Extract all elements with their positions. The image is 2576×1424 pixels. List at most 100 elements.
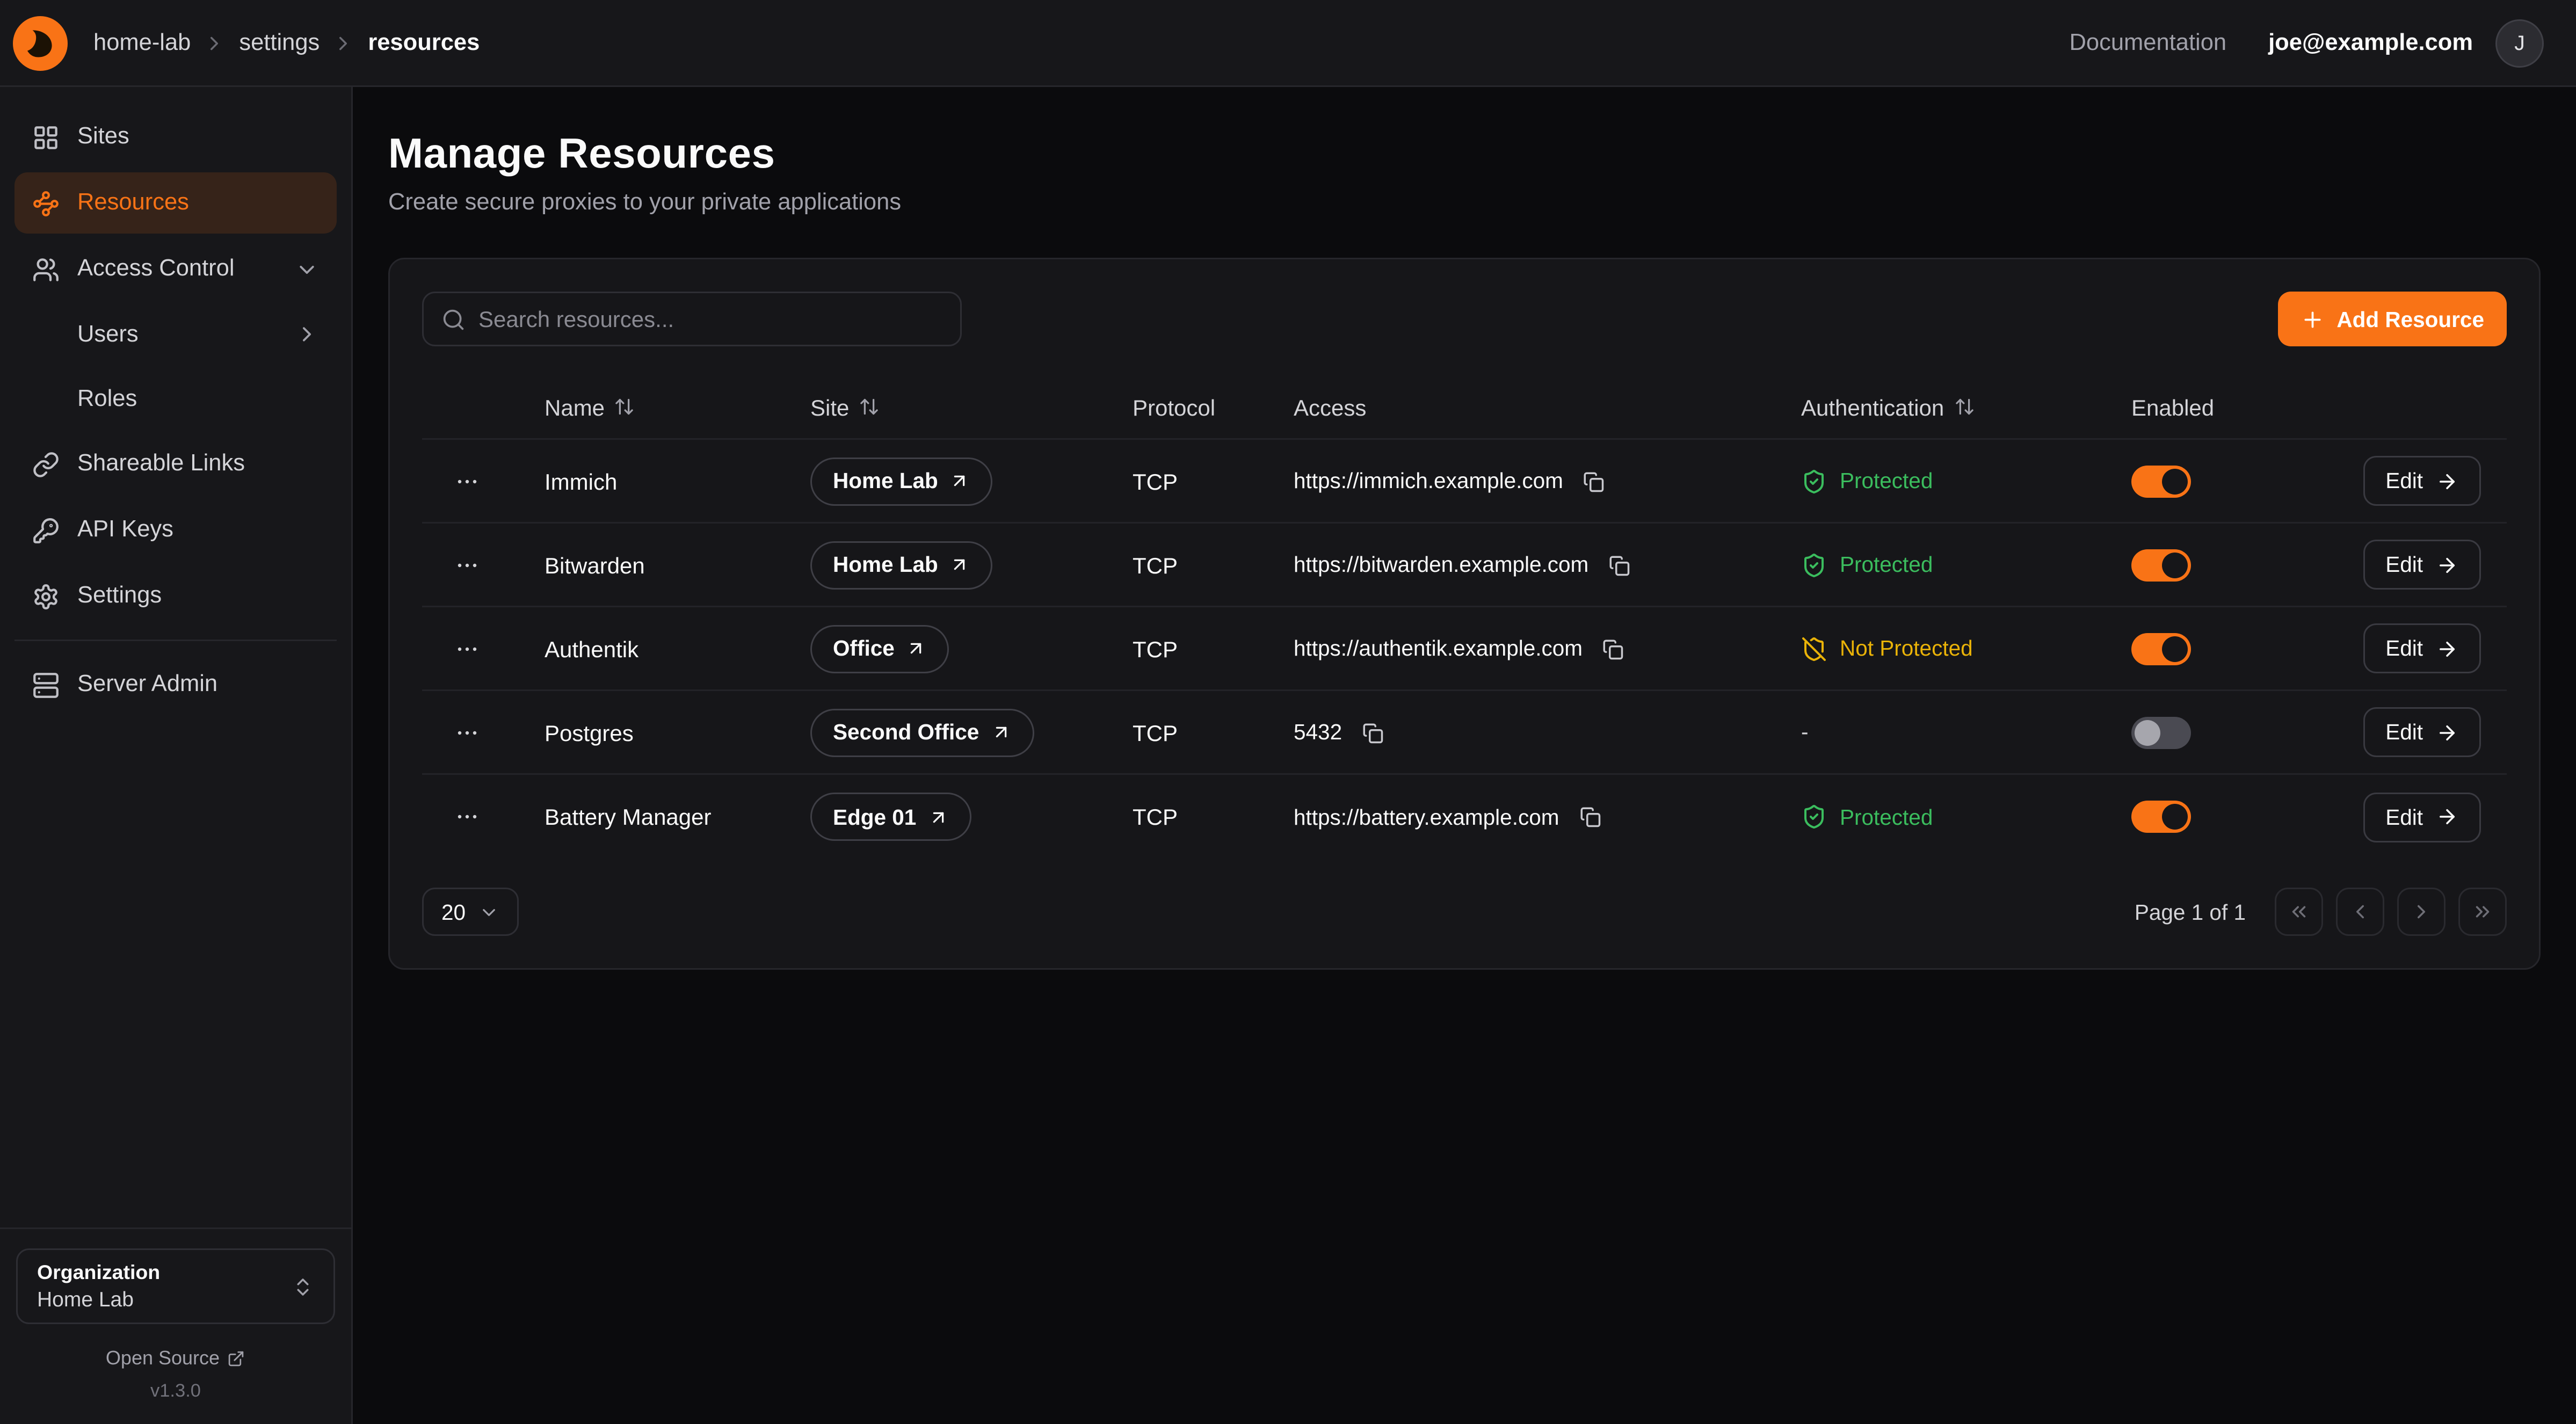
sidebar-item-settings[interactable]: Settings xyxy=(14,565,337,627)
site-name: Home Lab xyxy=(833,553,938,577)
breadcrumb-resources: resources xyxy=(368,30,480,56)
row-menu-button[interactable] xyxy=(448,546,487,584)
enabled-toggle[interactable] xyxy=(2131,716,2191,749)
sidebar-item-roles[interactable]: Roles xyxy=(60,369,337,428)
sidebar-footer: Organization Home Lab Open Source v1.3.0 xyxy=(0,1227,351,1401)
pagination: Page 1 of 1 xyxy=(2135,888,2507,936)
site-link-button[interactable]: Office xyxy=(810,624,949,673)
row-menu-button[interactable] xyxy=(448,797,487,836)
first-page-button[interactable] xyxy=(2275,888,2323,936)
next-page-button[interactable] xyxy=(2397,888,2446,936)
resources-table: Name Site Protocol xyxy=(422,375,2507,859)
edit-button[interactable]: Edit xyxy=(2363,540,2481,590)
auth-cell: - xyxy=(1801,720,2131,744)
enabled-toggle[interactable] xyxy=(2131,465,2191,497)
breadcrumb-home-lab[interactable]: home-lab xyxy=(93,30,191,56)
edit-label: Edit xyxy=(2385,805,2423,829)
sidebar-item-shareable-links[interactable]: Shareable Links xyxy=(14,433,337,495)
main-content: Manage Resources Create secure proxies t… xyxy=(353,87,2576,1424)
sites-icon xyxy=(32,123,60,151)
auth-status: Protected xyxy=(1840,805,1933,829)
app-version: v1.3.0 xyxy=(16,1382,335,1401)
sidebar-divider xyxy=(14,640,337,641)
chevron-left-icon xyxy=(2349,900,2371,923)
sidebar: Sites Resources Access Control xyxy=(0,87,353,1424)
arrow-right-icon xyxy=(2436,637,2458,660)
edit-cell: Edit xyxy=(2349,792,2481,842)
column-label: Name xyxy=(545,394,605,420)
enabled-cell xyxy=(2131,549,2349,581)
sidebar-item-label: Resources xyxy=(77,190,189,216)
access-cell: https://battery.example.com xyxy=(1294,802,1801,831)
sidebar-item-sites[interactable]: Sites xyxy=(14,106,337,168)
edit-button[interactable]: Edit xyxy=(2363,623,2481,673)
page-size-select[interactable]: 20 xyxy=(422,888,519,936)
breadcrumb-settings[interactable]: settings xyxy=(239,30,320,56)
site-cell: Edge 01 xyxy=(810,793,1133,841)
resources-icon xyxy=(32,190,60,217)
table-row: Immich Home Lab TCP https://immich.examp… xyxy=(422,440,2507,524)
site-cell: Second Office xyxy=(810,708,1133,757)
chevron-right-icon xyxy=(2410,900,2433,923)
enabled-toggle[interactable] xyxy=(2131,801,2191,833)
resource-access: https://bitwarden.example.com xyxy=(1294,553,1588,577)
site-link-button[interactable]: Home Lab xyxy=(810,457,993,505)
arrow-right-icon xyxy=(2436,554,2458,576)
enabled-toggle[interactable] xyxy=(2131,633,2191,665)
sidebar-item-label: Settings xyxy=(77,583,162,609)
enabled-toggle[interactable] xyxy=(2131,549,2191,581)
enabled-cell xyxy=(2131,633,2349,665)
open-source-link[interactable]: Open Source xyxy=(16,1347,335,1369)
user-email[interactable]: joe@example.com xyxy=(2268,30,2473,56)
copy-button[interactable] xyxy=(1358,718,1387,747)
sidebar-item-server-admin[interactable]: Server Admin xyxy=(14,654,337,715)
add-resource-button[interactable]: Add Resource xyxy=(2279,292,2507,346)
sidebar-item-resources[interactable]: Resources xyxy=(14,172,337,234)
resource-name: Immich xyxy=(545,468,810,494)
sidebar-item-label: API Keys xyxy=(77,517,173,543)
site-name: Second Office xyxy=(833,720,979,744)
documentation-link[interactable]: Documentation xyxy=(2070,30,2227,56)
sidebar-item-access-control[interactable]: Access Control xyxy=(14,238,337,300)
site-link-button[interactable]: Edge 01 xyxy=(810,793,971,841)
row-menu-cell xyxy=(448,546,545,584)
topbar-right: Documentation joe@example.com J xyxy=(2070,19,2544,67)
sidebar-item-api-keys[interactable]: API Keys xyxy=(14,499,337,561)
previous-page-button[interactable] xyxy=(2336,888,2384,936)
arrow-up-right-icon xyxy=(906,638,927,659)
search-input[interactable] xyxy=(478,306,942,332)
site-link-button[interactable]: Second Office xyxy=(810,708,1034,757)
key-icon xyxy=(32,517,60,544)
access-cell: https://immich.example.com xyxy=(1294,467,1801,496)
site-link-button[interactable]: Home Lab xyxy=(810,541,993,589)
row-menu-cell xyxy=(448,462,545,500)
enabled-cell xyxy=(2131,716,2349,749)
auth-cell: Not Protected xyxy=(1801,636,2131,662)
avatar[interactable]: J xyxy=(2495,19,2544,67)
copy-button[interactable] xyxy=(1599,634,1628,663)
resources-toolbar: Add Resource xyxy=(422,292,2507,346)
sidebar-item-users[interactable]: Users xyxy=(60,304,337,364)
last-page-button[interactable] xyxy=(2458,888,2507,936)
copy-button[interactable] xyxy=(1575,802,1604,831)
organization-selector[interactable]: Organization Home Lab xyxy=(16,1248,335,1324)
topbar: home-lab settings resources Documentatio… xyxy=(0,0,2576,87)
column-header-site[interactable]: Site xyxy=(810,394,1133,420)
table-row: Authentik Office TCP https://authentik.e… xyxy=(422,607,2507,691)
row-menu-button[interactable] xyxy=(448,462,487,500)
edit-button[interactable]: Edit xyxy=(2363,456,2481,506)
row-menu-button[interactable] xyxy=(448,629,487,668)
users-group-icon xyxy=(32,256,60,283)
edit-button[interactable]: Edit xyxy=(2363,707,2481,757)
copy-button[interactable] xyxy=(1579,467,1608,496)
edit-button[interactable]: Edit xyxy=(2363,792,2481,842)
column-label: Access xyxy=(1294,394,1366,420)
row-menu-button[interactable] xyxy=(448,713,487,752)
resource-access: https://authentik.example.com xyxy=(1294,636,1583,660)
resource-protocol: TCP xyxy=(1133,720,1294,745)
column-header-name[interactable]: Name xyxy=(545,394,810,420)
app-logo-icon[interactable] xyxy=(13,16,68,70)
column-header-authentication[interactable]: Authentication xyxy=(1801,394,2131,420)
copy-button[interactable] xyxy=(1605,550,1634,579)
chevron-down-icon xyxy=(295,257,319,281)
